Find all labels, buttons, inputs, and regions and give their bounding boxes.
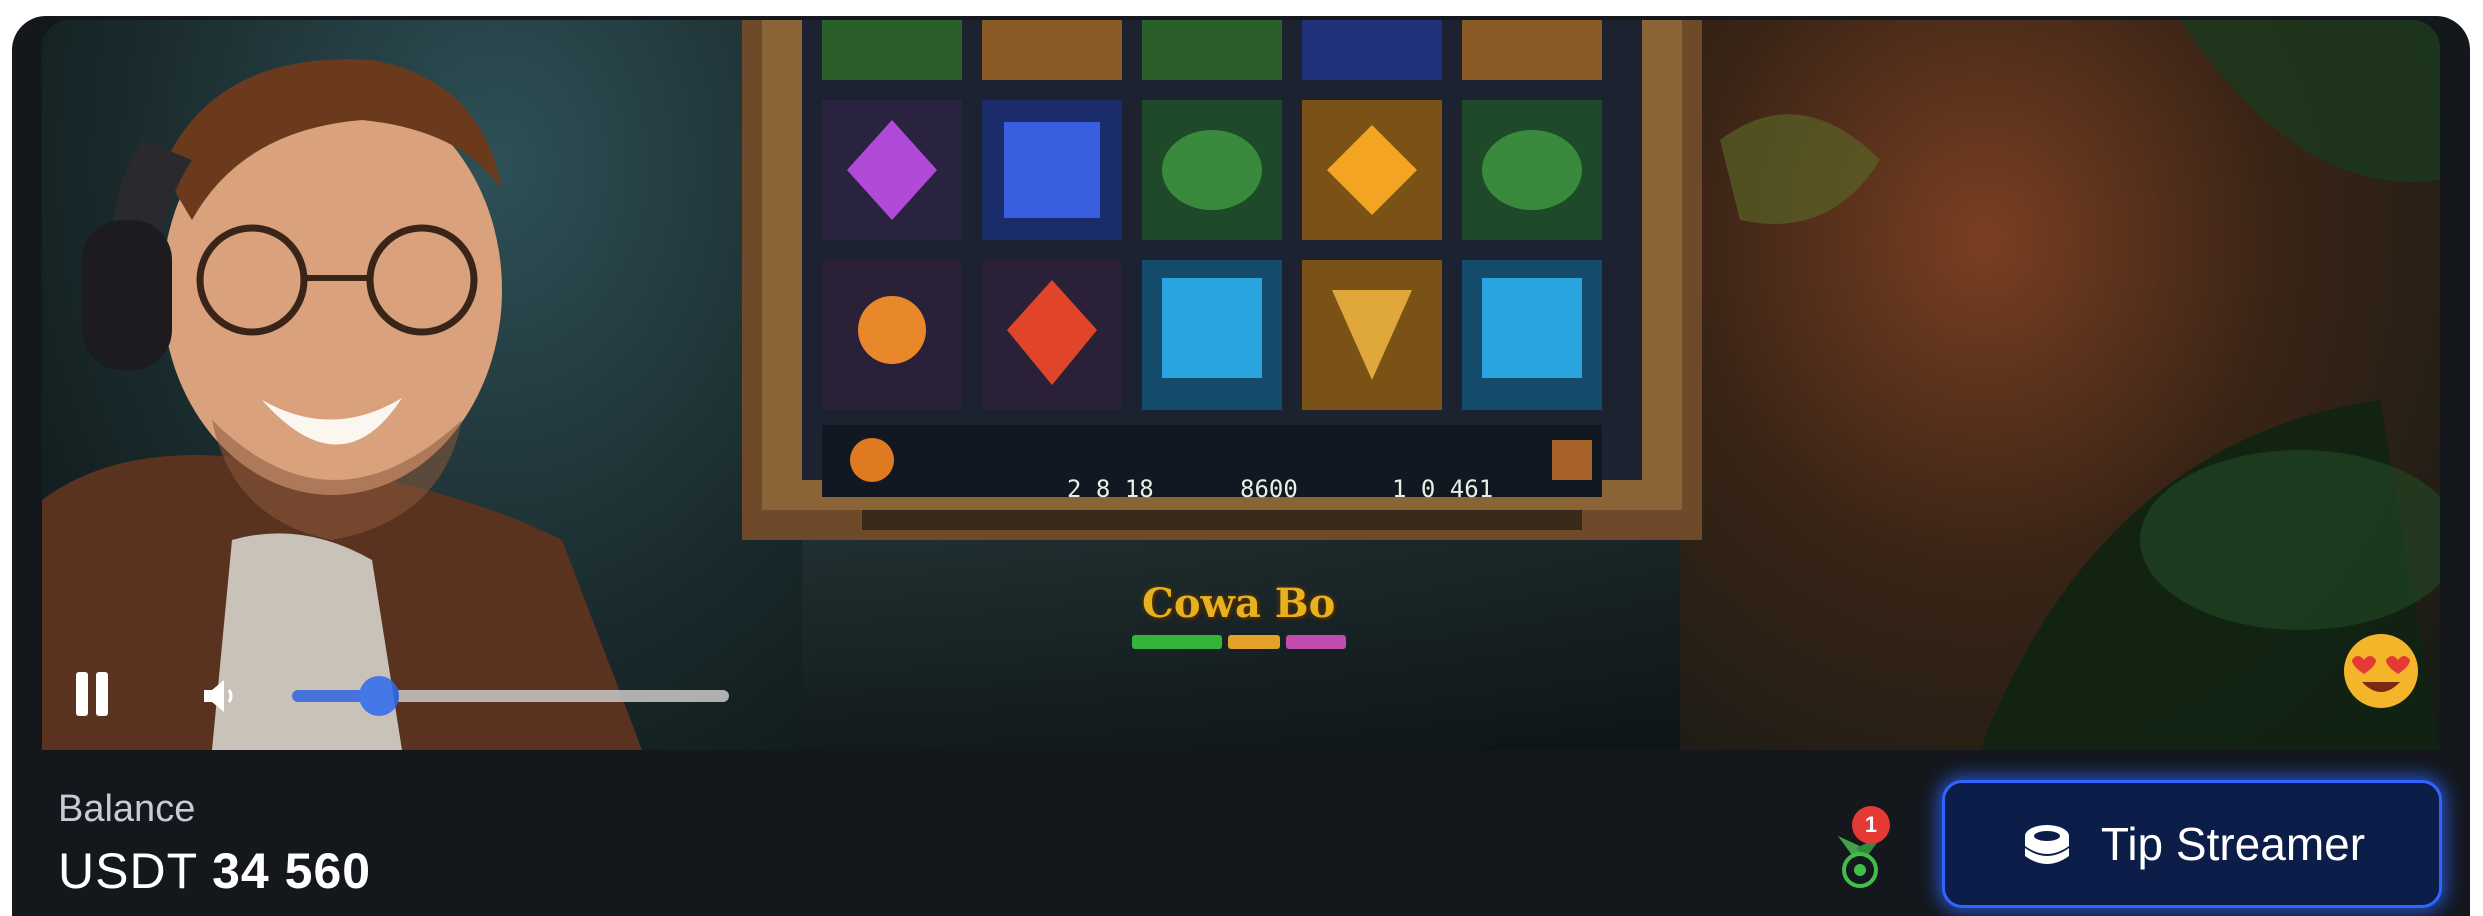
volume-icon[interactable] <box>202 678 242 714</box>
coin-stack-icon <box>2024 825 2069 864</box>
notification-count: 1 <box>1864 812 1878 837</box>
balance-amount: 34 560 <box>212 843 372 899</box>
stream-card: 2 8 18 8600 1 0 461 Cowa Bo Balance USDT… <box>12 16 2470 916</box>
heart-eyes-emoji-icon[interactable] <box>2342 632 2420 710</box>
notification-badge: 1 <box>1852 806 1890 844</box>
balance-currency: USDT <box>58 843 198 899</box>
video-player[interactable]: 2 8 18 8600 1 0 461 Cowa Bo <box>42 20 2440 750</box>
tip-streamer-button[interactable]: Tip Streamer <box>1942 780 2442 908</box>
player-controls <box>42 620 742 750</box>
balance-label: Balance <box>58 788 196 830</box>
slot-caption-2: 8600 <box>1240 475 1298 503</box>
slot-caption-1: 2 8 18 <box>1067 475 1154 503</box>
slot-game-board <box>742 20 1702 540</box>
pause-button[interactable] <box>72 672 112 720</box>
volume-slider-handle[interactable] <box>359 676 400 716</box>
balance-value: USDT 34 560 <box>58 842 371 900</box>
slot-caption-3: 1 0 461 <box>1392 475 1494 503</box>
game-logo: Cowa Bo <box>1142 580 1336 627</box>
achievements-button[interactable]: 1 <box>1830 806 1890 896</box>
volume-slider[interactable] <box>292 676 729 716</box>
jungle-background-right <box>1680 20 2440 750</box>
game-logo-bars <box>1132 635 1346 649</box>
tip-streamer-label: Tip Streamer <box>2100 818 2366 870</box>
